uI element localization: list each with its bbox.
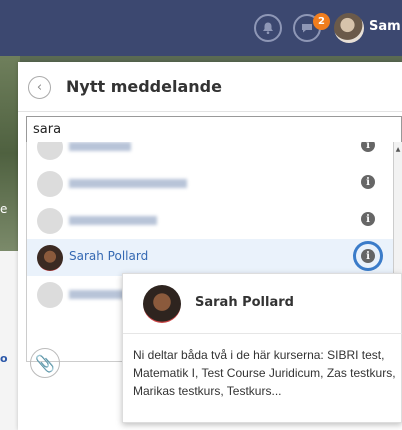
info-icon[interactable]: i: [361, 175, 375, 189]
avatar: [37, 245, 63, 271]
list-item[interactable]: i: [27, 165, 393, 202]
user-name[interactable]: Sam: [369, 19, 401, 34]
popup-header: Sarah Pollard: [123, 274, 402, 334]
popup-name: Sarah Pollard: [195, 295, 294, 310]
background-page: [0, 251, 20, 430]
avatar: [37, 282, 63, 308]
results-scrollbar[interactable]: [394, 142, 402, 292]
scroll-up-icon[interactable]: ▲: [394, 146, 402, 153]
notifications-button[interactable]: [254, 14, 282, 42]
avatar: [143, 285, 181, 323]
panel-header: ‹ Nytt meddelande: [18, 62, 402, 112]
list-item[interactable]: i: [27, 142, 393, 165]
recipient-search-input[interactable]: [26, 116, 402, 143]
list-item-selected[interactable]: Sarah Pollard i: [27, 239, 393, 276]
top-bar: 2 Sam: [0, 0, 402, 56]
list-item[interactable]: i: [27, 202, 393, 239]
avatar: [37, 208, 63, 234]
back-button[interactable]: ‹: [28, 76, 51, 99]
avatar: [37, 142, 63, 160]
info-icon[interactable]: i: [361, 142, 375, 152]
chevron-left-icon: ‹: [36, 80, 43, 95]
background-photo: [0, 56, 20, 251]
attach-button[interactable]: 📎: [30, 348, 60, 378]
profile-popup: Sarah Pollard Ni deltar båda två i de hä…: [122, 273, 402, 423]
shared-courses-text: Ni deltar båda två i de här kurserna: SI…: [133, 348, 396, 398]
paperclip-icon: 📎: [35, 353, 55, 373]
recipient-name[interactable]: Sarah Pollard: [69, 249, 148, 263]
chat-icon: [302, 24, 312, 33]
messages-badge: 2: [313, 13, 330, 30]
avatar: [37, 171, 63, 197]
page-title: Nytt meddelande: [66, 77, 222, 96]
user-avatar[interactable]: [334, 13, 364, 43]
blurred-name: [69, 142, 131, 151]
blurred-name: [69, 216, 157, 225]
info-icon[interactable]: i: [361, 249, 375, 263]
info-icon[interactable]: i: [361, 212, 375, 226]
blurred-name: [69, 179, 187, 188]
background-link[interactable]: o: [0, 352, 8, 365]
bell-icon: [263, 22, 273, 34]
background-text: e: [0, 202, 8, 216]
